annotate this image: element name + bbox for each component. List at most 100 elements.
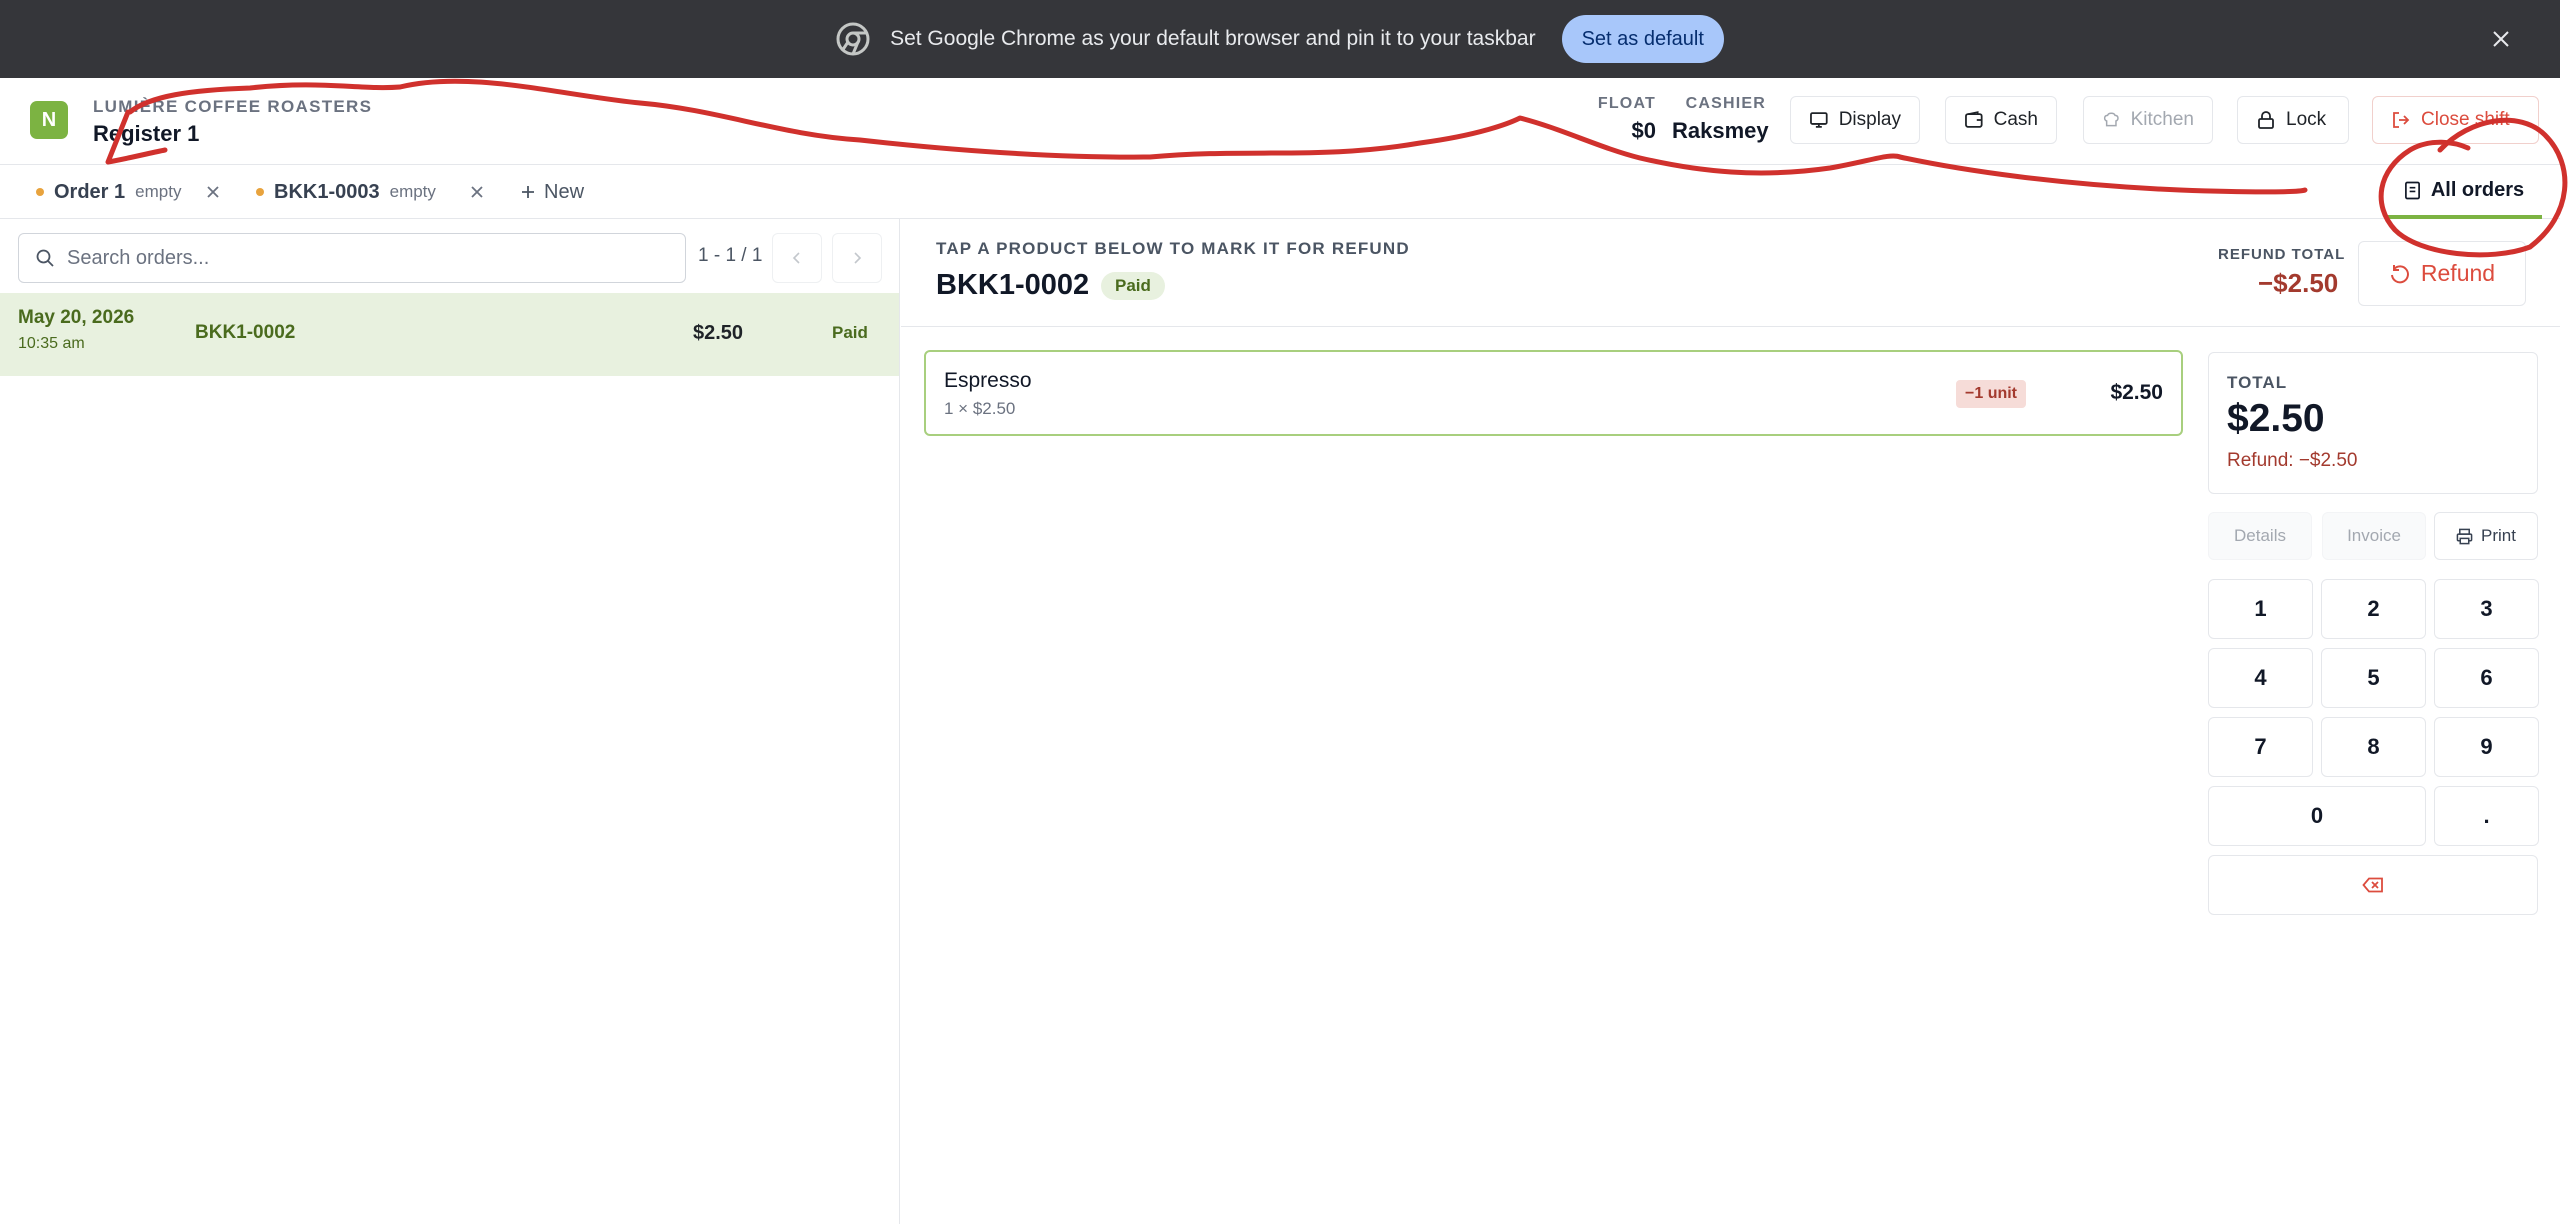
- pager-text: 1 - 1 / 1: [698, 245, 763, 266]
- print-button[interactable]: Print: [2434, 512, 2538, 560]
- chevron-left-icon: [792, 252, 800, 264]
- order-time: 10:35 am: [18, 335, 85, 352]
- close-tab-icon[interactable]: [470, 165, 484, 219]
- order-title: BKK1-0002: [936, 269, 1090, 301]
- close-shift-label: Close shift: [2421, 109, 2510, 130]
- backspace-button[interactable]: [2208, 855, 2538, 915]
- order-date: May 20, 2026: [18, 307, 135, 328]
- logout-icon: [2393, 112, 2410, 128]
- kitchen-button-label: Kitchen: [2130, 109, 2194, 130]
- kitchen-button[interactable]: Kitchen: [2083, 96, 2213, 144]
- receipt-icon: [2404, 181, 2420, 199]
- refund-button-label: Refund: [2420, 260, 2496, 286]
- tab-name: Order 1: [54, 180, 126, 203]
- refund-line: Refund: −$2.50: [2227, 450, 2358, 471]
- order-tab[interactable]: BKK1-0003 empty: [256, 165, 436, 219]
- search-box: [18, 233, 686, 283]
- wallet-icon: [1965, 111, 1983, 128]
- total-card: TOTAL $2.50 Refund: −$2.50: [2208, 352, 2538, 494]
- keypad-key[interactable]: 5: [2321, 648, 2426, 708]
- store-logo: N: [30, 101, 68, 139]
- brand-name: LUMIÈRE COFFEE ROASTERS: [93, 97, 373, 116]
- keypad-key[interactable]: 4: [2208, 648, 2313, 708]
- status-badge: Paid: [1101, 272, 1165, 300]
- invoice-button[interactable]: Invoice: [2322, 512, 2426, 560]
- total-value: $2.50: [2227, 397, 2325, 440]
- keypad-key[interactable]: 2: [2321, 579, 2426, 639]
- close-shift-button[interactable]: Close shift: [2372, 96, 2539, 144]
- tab-status-dot: [256, 188, 264, 196]
- undo-icon: [2390, 264, 2409, 283]
- banner-message: Set Google Chrome as your default browse…: [890, 27, 1536, 50]
- refund-total-value: −$2.50: [2258, 268, 2339, 298]
- float-stat: FLOAT $0: [1592, 95, 1656, 144]
- search-icon: [36, 249, 54, 267]
- set-as-default-button[interactable]: Set as default: [1561, 15, 1724, 63]
- print-label: Print: [2481, 526, 2516, 545]
- keypad-key[interactable]: 6: [2434, 648, 2539, 708]
- tab-status-dot: [36, 188, 44, 196]
- refund-line-item[interactable]: Espresso 1 × $2.50 −1 unit $2.50: [924, 350, 2183, 436]
- order-ref: BKK1-0002: [195, 322, 296, 343]
- refund-hint: TAP A PRODUCT BELOW TO MARK IT FOR REFUN…: [936, 239, 1410, 258]
- orders-list-panel: 1 - 1 / 1 May 20, 2026 10:35 am BKK1-000…: [0, 219, 900, 1224]
- all-orders-tab[interactable]: All orders: [2386, 165, 2542, 219]
- close-icon[interactable]: [2484, 22, 2518, 56]
- monitor-icon: [1810, 112, 1828, 128]
- display-button[interactable]: Display: [1790, 96, 1920, 144]
- order-tabs-bar: Order 1 empty BKK1-0003 empty New All or…: [0, 165, 2560, 219]
- item-name: Espresso: [944, 369, 1032, 392]
- search-input[interactable]: [67, 246, 647, 270]
- keypad-key[interactable]: 8: [2321, 717, 2426, 777]
- keypad-key-decimal[interactable]: .: [2434, 786, 2539, 846]
- printer-icon: [2456, 528, 2473, 544]
- order-amount: $2.50: [693, 322, 744, 344]
- item-quantity: 1 × $2.50: [944, 399, 1016, 418]
- display-button-label: Display: [1838, 109, 1901, 130]
- tab-meta: empty: [389, 182, 436, 201]
- chrome-default-banner: Set Google Chrome as your default browse…: [0, 0, 2560, 78]
- details-button[interactable]: Details: [2208, 512, 2312, 560]
- app-header: N LUMIÈRE COFFEE ROASTERS Register 1 FLO…: [0, 78, 2560, 165]
- new-order-button[interactable]: New: [520, 165, 584, 219]
- float-value: $0: [1631, 118, 1656, 143]
- keypad-key[interactable]: 1: [2208, 579, 2313, 639]
- close-tab-icon[interactable]: [206, 165, 220, 219]
- order-row[interactable]: May 20, 2026 10:35 am BKK1-0002 $2.50 Pa…: [0, 293, 899, 376]
- lock-button-label: Lock: [2286, 109, 2327, 130]
- cashier-value: Raksmey: [1672, 118, 1769, 143]
- plus-icon: [522, 186, 534, 198]
- lock-button[interactable]: Lock: [2237, 96, 2349, 144]
- keypad-key[interactable]: 3: [2434, 579, 2539, 639]
- lock-icon: [2258, 111, 2274, 129]
- refund-unit-badge: −1 unit: [1956, 380, 2027, 408]
- chef-hat-icon: [2103, 112, 2119, 127]
- order-tab[interactable]: Order 1 empty: [36, 165, 181, 219]
- tab-name: BKK1-0003: [274, 180, 380, 203]
- keypad-key[interactable]: 7: [2208, 717, 2313, 777]
- chevron-right-icon: [854, 252, 862, 264]
- cashier-stat: CASHIER Raksmey: [1672, 95, 1769, 144]
- keypad-key-zero[interactable]: 0: [2208, 786, 2426, 846]
- app-root: Set Google Chrome as your default browse…: [0, 0, 2575, 1224]
- next-page-button[interactable]: [832, 233, 882, 283]
- total-label: TOTAL: [2227, 373, 2288, 392]
- order-status: Paid: [832, 323, 868, 342]
- new-order-label: New: [544, 180, 585, 203]
- chrome-icon: [836, 22, 870, 56]
- cash-button-label: Cash: [1993, 109, 2038, 130]
- all-orders-label: All orders: [2430, 178, 2525, 201]
- cash-button[interactable]: Cash: [1945, 96, 2057, 144]
- float-label: FLOAT: [1597, 95, 1656, 112]
- prev-page-button[interactable]: [772, 233, 822, 283]
- refund-button[interactable]: Refund: [2358, 241, 2526, 306]
- cashier-label: CASHIER: [1685, 95, 1766, 112]
- register-name: Register 1: [93, 121, 200, 146]
- refund-header: TAP A PRODUCT BELOW TO MARK IT FOR REFUN…: [901, 219, 2560, 327]
- tab-meta: empty: [135, 182, 182, 201]
- keypad-key[interactable]: 9: [2434, 717, 2539, 777]
- item-price: $2.50: [2110, 381, 2163, 404]
- details-label: Details: [2234, 526, 2286, 545]
- refund-total-label: REFUND TOTAL: [2218, 246, 2346, 263]
- backspace-icon: [2362, 877, 2383, 893]
